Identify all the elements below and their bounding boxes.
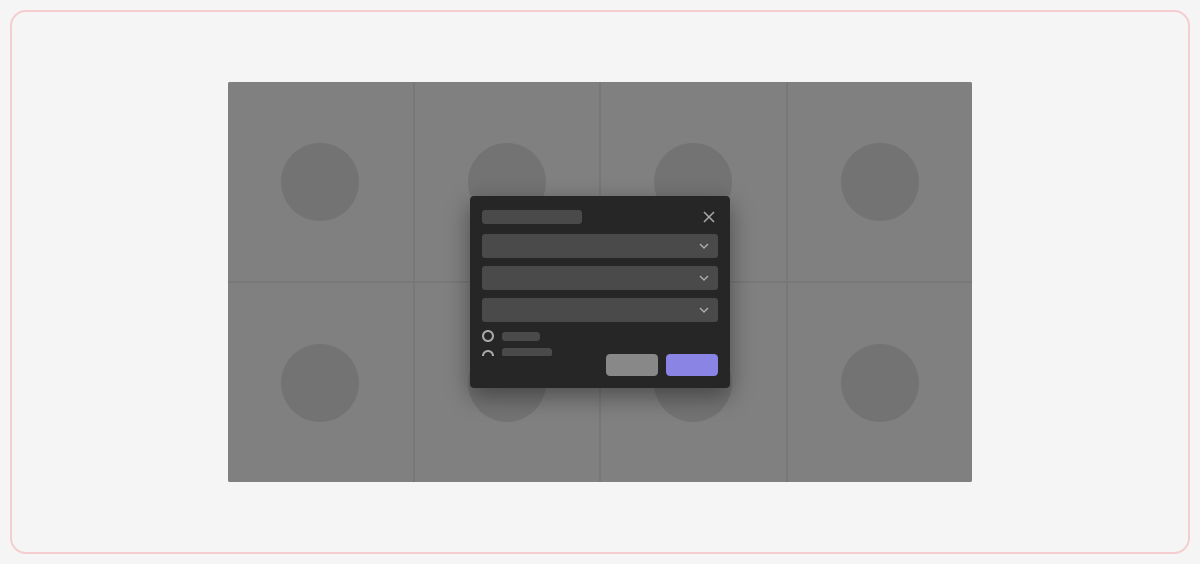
dialog-footer	[482, 354, 718, 376]
close-icon	[702, 210, 716, 224]
placeholder-circle	[841, 344, 919, 422]
radio-label	[502, 332, 540, 341]
grid-cell	[228, 82, 413, 281]
close-button[interactable]	[700, 208, 718, 226]
dropdown-3[interactable]	[482, 298, 718, 322]
placeholder-circle	[841, 143, 919, 221]
dropdown-1[interactable]	[482, 234, 718, 258]
radio-icon	[482, 350, 494, 356]
chevron-down-icon	[698, 240, 710, 252]
placeholder-circle	[281, 143, 359, 221]
dialog-title	[482, 210, 582, 224]
radio-group	[482, 330, 718, 356]
radio-option-1[interactable]	[482, 330, 718, 342]
cancel-button[interactable]	[606, 354, 658, 376]
grid-cell	[788, 82, 973, 281]
grid-cell	[228, 283, 413, 482]
radio-label	[502, 348, 552, 356]
outer-frame	[10, 10, 1190, 554]
confirm-button[interactable]	[666, 354, 718, 376]
chevron-down-icon	[698, 304, 710, 316]
radio-icon	[482, 330, 494, 342]
placeholder-circle	[281, 344, 359, 422]
chevron-down-icon	[698, 272, 710, 284]
grid-cell	[788, 283, 973, 482]
dialog-header	[482, 208, 718, 226]
screenshot-container	[228, 82, 972, 482]
modal-dialog	[470, 196, 730, 388]
dropdown-2[interactable]	[482, 266, 718, 290]
